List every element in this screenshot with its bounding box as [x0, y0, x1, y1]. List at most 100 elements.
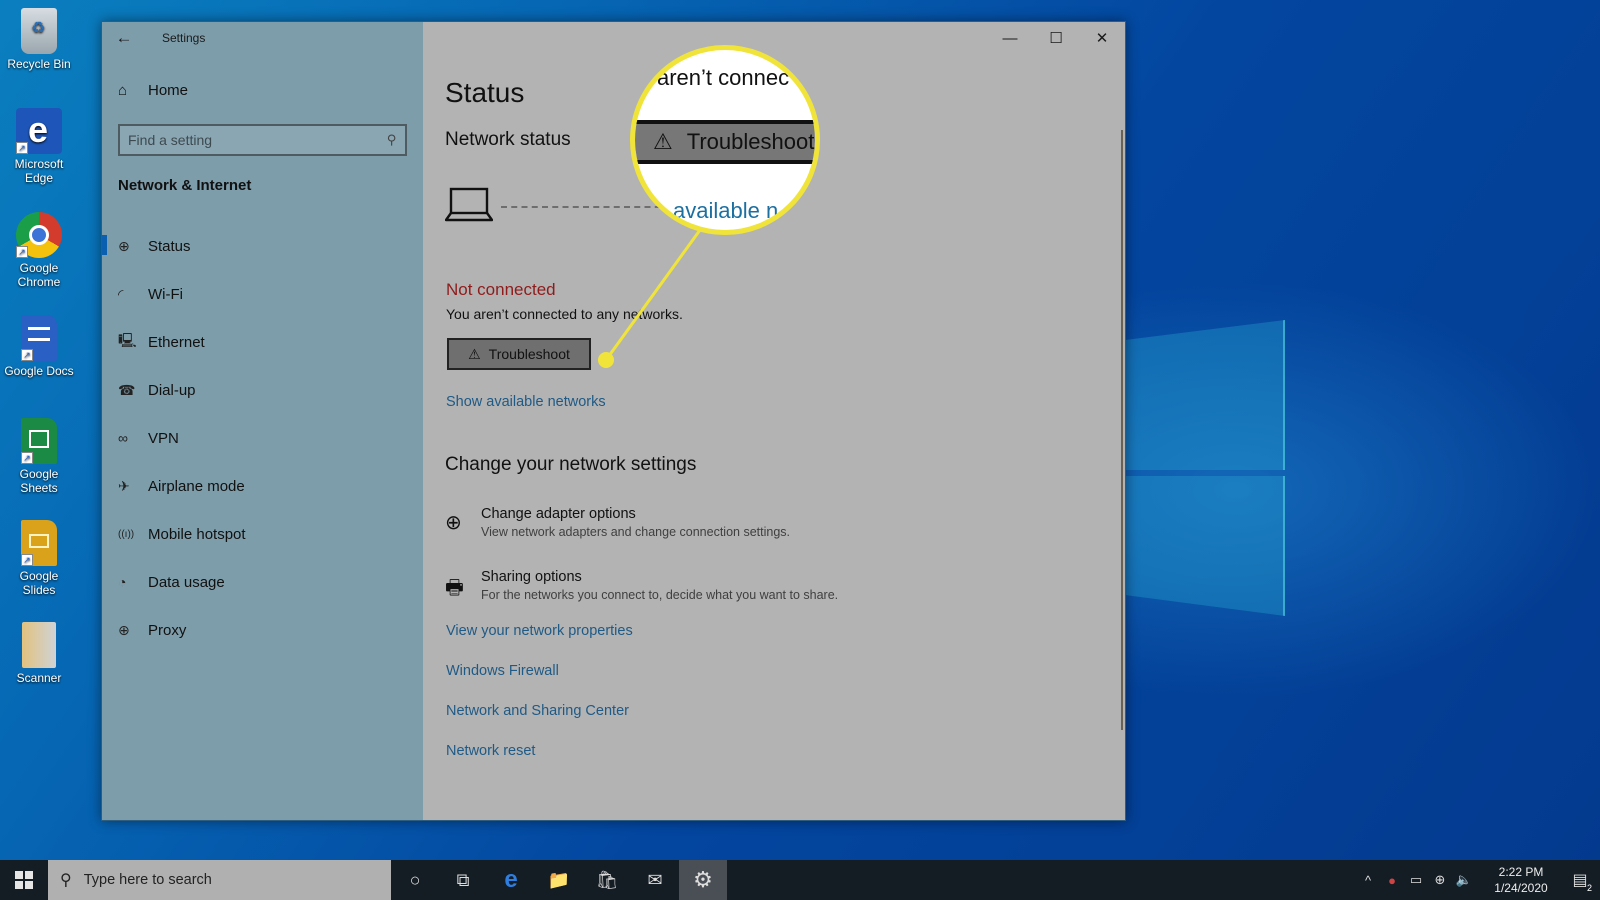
- airplane-icon: ✈: [118, 477, 130, 494]
- sidebar-item-data-usage[interactable]: ◔ Data usage: [102, 558, 423, 606]
- scrollbar[interactable]: [1121, 130, 1123, 730]
- sidebar-item-label: Proxy: [148, 621, 187, 639]
- magnified-button-label: Troubleshoot: [686, 129, 815, 154]
- system-tray: ^ ● ▭ ⊕ 🔈 2:22 PM 1/24/2020 ▤ 2: [1356, 860, 1600, 900]
- vpn-icon: ∞: [118, 430, 128, 446]
- desktop-icon-sheets[interactable]: ↗ Google Sheets: [2, 418, 76, 495]
- data-usage-icon: ◔: [118, 574, 127, 590]
- windows-firewall-link[interactable]: Windows Firewall: [446, 663, 559, 679]
- sidebar-item-label: Data usage: [148, 573, 225, 591]
- find-setting-input[interactable]: [128, 132, 388, 148]
- desktop-icon-label: Scanner: [16, 671, 62, 685]
- settings-window: ← Settings ⌂ Home ⚲ Network & Internet ⊕…: [101, 21, 1126, 821]
- recycle-bin-icon: ♻: [21, 8, 57, 54]
- shortcut-arrow-icon: ↗: [16, 246, 28, 258]
- title-bar[interactable]: ← Settings: [102, 22, 423, 54]
- edge-taskbar-icon[interactable]: e: [487, 860, 535, 900]
- start-button[interactable]: [0, 860, 48, 900]
- sidebar-item-airplane-mode[interactable]: ✈ Airplane mode: [102, 462, 423, 510]
- network-reset-link[interactable]: Network reset: [446, 743, 535, 759]
- shortcut-arrow-icon: ↗: [21, 452, 33, 464]
- option-title: Change adapter options: [481, 506, 636, 522]
- option-description: View network adapters and change connect…: [481, 525, 790, 539]
- clock-date: 1/24/2020: [1494, 881, 1548, 895]
- magnifier-callout: aren’t connec ⚠ Troubleshoot available n: [630, 45, 820, 235]
- proxy-globe-icon: ⊕: [118, 621, 130, 638]
- network-globe-icon[interactable]: ⊕: [1428, 872, 1452, 888]
- desktop-icon-label: Recycle Bin: [7, 57, 71, 71]
- file-explorer-icon[interactable]: 📁: [535, 860, 583, 900]
- slides-icon: ↗: [21, 520, 57, 566]
- wallpaper-logo-pane-bottom: [1125, 476, 1285, 616]
- sidebar-section-title: Network & Internet: [118, 177, 252, 194]
- clock-time: 2:22 PM: [1498, 865, 1544, 879]
- store-icon[interactable]: 🛍: [583, 860, 631, 900]
- settings-gear-icon[interactable]: ⚙: [679, 860, 727, 900]
- close-button[interactable]: ✕: [1079, 22, 1125, 54]
- sidebar-item-dialup[interactable]: ☎ Dial-up: [102, 366, 423, 414]
- troubleshoot-label: Troubleshoot: [488, 346, 570, 362]
- desktop-icon-docs[interactable]: ↗ Google Docs: [2, 315, 76, 378]
- view-network-properties-link[interactable]: View your network properties: [446, 623, 633, 639]
- sharing-printer-icon: 🖶: [445, 577, 464, 599]
- show-available-networks-link[interactable]: Show available networks: [446, 394, 606, 410]
- desktop-icon-scanner[interactable]: Scanner: [2, 622, 76, 685]
- chrome-icon: ↗: [16, 212, 62, 258]
- taskbar-search-placeholder: Type here to search: [83, 872, 212, 888]
- docs-icon: ↗: [21, 315, 57, 361]
- warning-icon: ⚠: [653, 129, 673, 154]
- option-title: Sharing options: [481, 569, 582, 585]
- tray-chevron-icon[interactable]: ^: [1356, 873, 1380, 888]
- clock[interactable]: 2:22 PM 1/24/2020: [1482, 864, 1560, 896]
- security-alert-icon[interactable]: ●: [1380, 873, 1404, 888]
- action-center-button[interactable]: ▤ 2: [1560, 860, 1600, 900]
- battery-icon[interactable]: ▭: [1404, 872, 1428, 888]
- sidebar-item-ethernet[interactable]: 🖳 Ethernet: [102, 318, 423, 366]
- sidebar-item-home[interactable]: ⌂ Home: [118, 82, 188, 99]
- laptop-icon: [445, 187, 493, 222]
- troubleshoot-button[interactable]: ⚠ Troubleshoot: [447, 338, 591, 370]
- ethernet-icon: 🖳: [118, 332, 137, 348]
- desktop-icon-edge[interactable]: e ↗ Microsoft Edge: [2, 108, 76, 185]
- change-adapter-options[interactable]: ⊕ Change adapter options View network ad…: [445, 506, 790, 539]
- network-status-heading: Network status: [445, 129, 571, 150]
- notification-count: 2: [1586, 883, 1592, 893]
- taskbar-search[interactable]: ⚲ Type here to search: [48, 860, 391, 900]
- find-setting-search[interactable]: ⚲: [118, 124, 407, 156]
- desktop-icon-recycle-bin[interactable]: ♻ Recycle Bin: [2, 8, 76, 71]
- sidebar-item-vpn[interactable]: ∞ VPN: [102, 414, 423, 462]
- network-sharing-center-link[interactable]: Network and Sharing Center: [446, 703, 629, 719]
- minimize-button[interactable]: —: [987, 22, 1033, 54]
- hotspot-icon: ((ı)): [118, 528, 135, 540]
- volume-icon[interactable]: 🔈: [1452, 872, 1476, 888]
- sidebar-item-status[interactable]: ⊕ Status: [102, 222, 423, 270]
- sharing-options[interactable]: 🖶 Sharing options For the networks you c…: [445, 569, 838, 607]
- magnified-status-text: aren’t connec: [657, 65, 790, 90]
- maximize-button[interactable]: ☐: [1033, 22, 1079, 54]
- task-view-icon[interactable]: ⧉: [439, 860, 487, 900]
- option-description: For the networks you connect to, decide …: [481, 588, 839, 602]
- desktop-icon-slides[interactable]: ↗ Google Slides: [2, 520, 76, 597]
- back-button[interactable]: ←: [102, 22, 146, 54]
- cortana-icon[interactable]: ○: [391, 860, 439, 900]
- sidebar-item-wifi[interactable]: ◜ Wi-Fi: [102, 270, 423, 318]
- scanner-icon: [22, 622, 56, 668]
- warning-icon: ⚠: [468, 345, 481, 362]
- search-icon: ⚲: [60, 872, 72, 889]
- sidebar-item-label: Dial-up: [148, 381, 196, 399]
- sidebar-item-mobile-hotspot[interactable]: ((ı)) Mobile hotspot: [102, 510, 423, 558]
- desktop-icon-chrome[interactable]: ↗ Google Chrome: [2, 212, 76, 289]
- shortcut-arrow-icon: ↗: [16, 142, 28, 154]
- desktop-icon-label: Google Sheets: [19, 467, 59, 495]
- edge-icon: e ↗: [16, 108, 62, 154]
- mail-icon[interactable]: ✉: [631, 860, 679, 900]
- wifi-icon: ◜: [118, 285, 124, 302]
- sidebar-item-proxy[interactable]: ⊕ Proxy: [102, 606, 423, 654]
- disconnected-dashes: [501, 206, 671, 208]
- search-icon: ⚲: [387, 132, 397, 147]
- sidebar-item-label: Mobile hotspot: [148, 525, 246, 543]
- globe-monitor-icon: ⊕: [118, 237, 130, 254]
- sidebar: ← Settings ⌂ Home ⚲ Network & Internet ⊕…: [102, 22, 423, 820]
- sidebar-item-label: Status: [148, 237, 191, 255]
- shortcut-arrow-icon: ↗: [21, 349, 33, 361]
